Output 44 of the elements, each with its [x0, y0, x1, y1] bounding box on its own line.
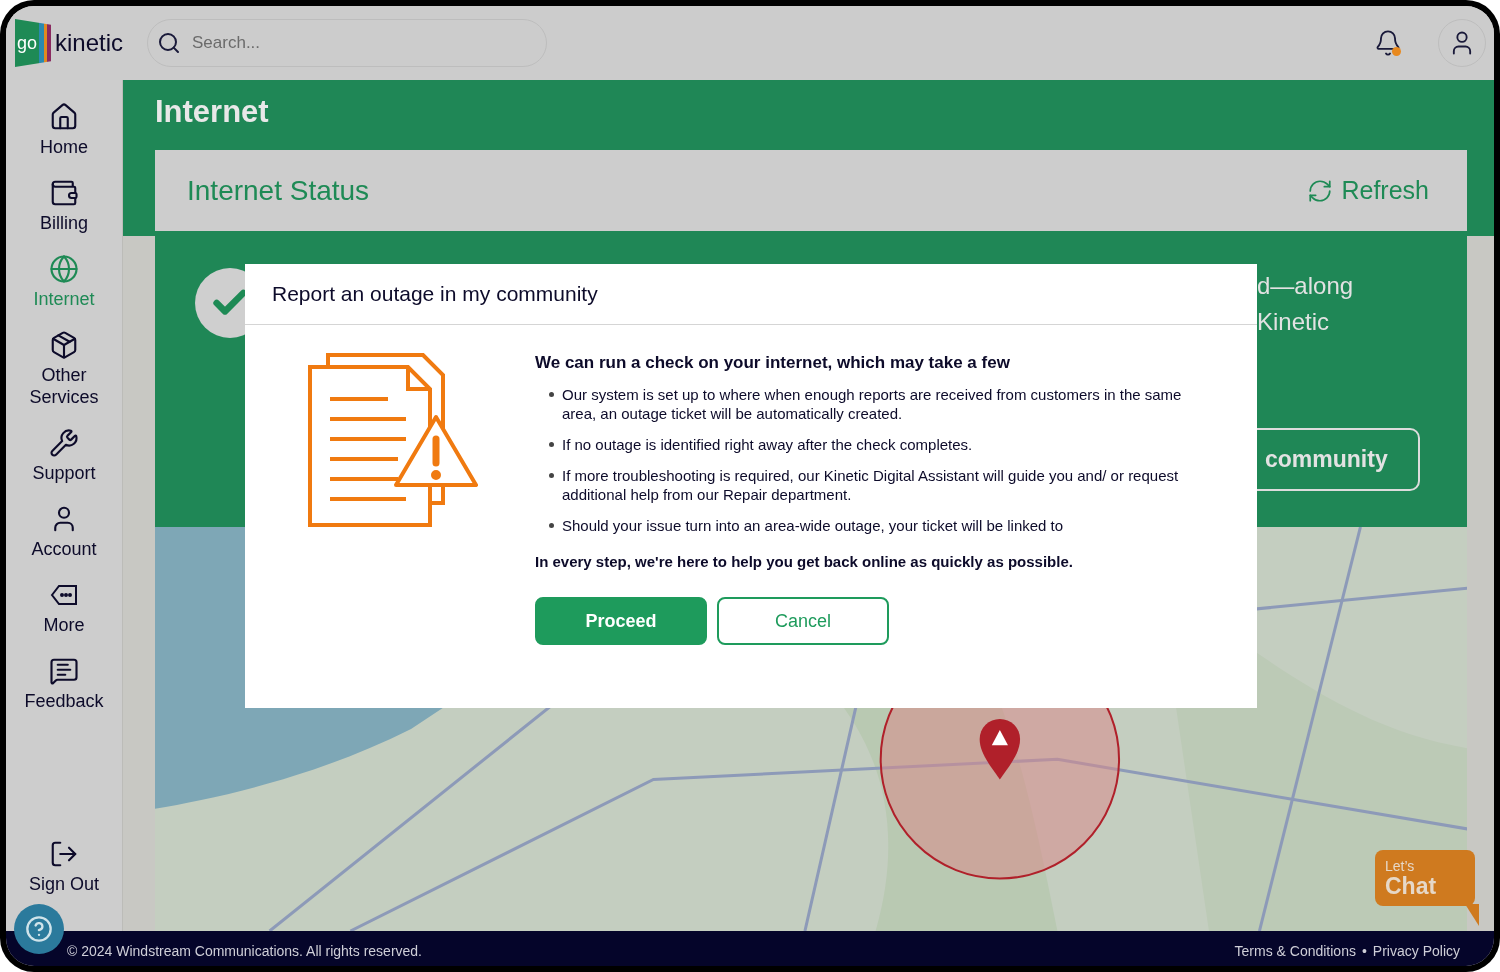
proceed-button[interactable]: Proceed	[535, 597, 707, 645]
box-icon	[49, 330, 79, 360]
nav-item[interactable]: Other Services	[9, 330, 119, 408]
separator: •	[1361, 943, 1367, 959]
cancel-button[interactable]: Cancel	[717, 597, 889, 645]
bullet-dot	[549, 523, 554, 528]
sign-out-icon	[49, 839, 79, 869]
dialog-title: Report an outage in my community	[272, 282, 598, 306]
dialog-heading: We can run a check on your internet, which may take a few	[535, 353, 1011, 373]
nav-item[interactable]: Billing	[9, 178, 119, 234]
bullet-dot	[549, 442, 554, 447]
nav-item[interactable]: Feedback	[9, 656, 119, 712]
bullet-dot	[549, 473, 554, 478]
copyright-text: © 2024 Windstream Communications. All rights reserved.	[67, 943, 422, 959]
footer-link[interactable]: Privacy Policy	[1372, 943, 1460, 959]
document-warning-icon	[308, 353, 478, 527]
status-text: d—along	[1257, 272, 1354, 299]
status-text: Kinetic	[1257, 308, 1330, 335]
nav-item[interactable]: Support	[9, 428, 119, 484]
logo[interactable]: go kinetic	[15, 19, 124, 67]
nav-item[interactable]: More	[9, 580, 119, 636]
bullet-text: Should your issue turn into an area-wide outage, your ticket will be linked to	[562, 516, 1064, 535]
page-title: Internet	[155, 94, 270, 130]
wallet-icon	[49, 178, 79, 208]
sign-out-link[interactable]: Sign Out	[9, 839, 119, 895]
home-icon	[49, 102, 79, 132]
footer-link[interactable]: Terms & Conditions	[1234, 943, 1356, 959]
bullet-text: Our system is set up to where when enough reports are received from customers in the same area, an outage ticket will be automatically created.	[562, 385, 1183, 423]
search-icon	[157, 31, 182, 55]
refresh-icon	[1307, 177, 1334, 204]
wrench-icon	[49, 428, 79, 458]
bullet-text: If more troubleshooting is required, our Kinetic Digital Assistant will guide you and/ or request additional help from our Repair department.	[562, 466, 1180, 504]
bullet-dot	[549, 392, 554, 397]
nav-item[interactable]: Account	[9, 504, 119, 560]
globe-icon	[49, 254, 79, 284]
help-icon	[25, 915, 53, 943]
nav-item[interactable]: Home	[9, 102, 119, 158]
chat-bubble-icon	[49, 656, 79, 686]
bullet-text: If no outage is identified right away after the check completes.	[562, 435, 973, 454]
bell-icon[interactable]	[1374, 29, 1402, 57]
dialog-closing-text: In every step, we're here to help you get back online as quickly as possible.	[535, 553, 1074, 570]
search-field[interactable]: Search...	[147, 19, 548, 67]
bubble-tail	[1465, 904, 1479, 926]
card-title: Internet Status	[187, 174, 370, 207]
